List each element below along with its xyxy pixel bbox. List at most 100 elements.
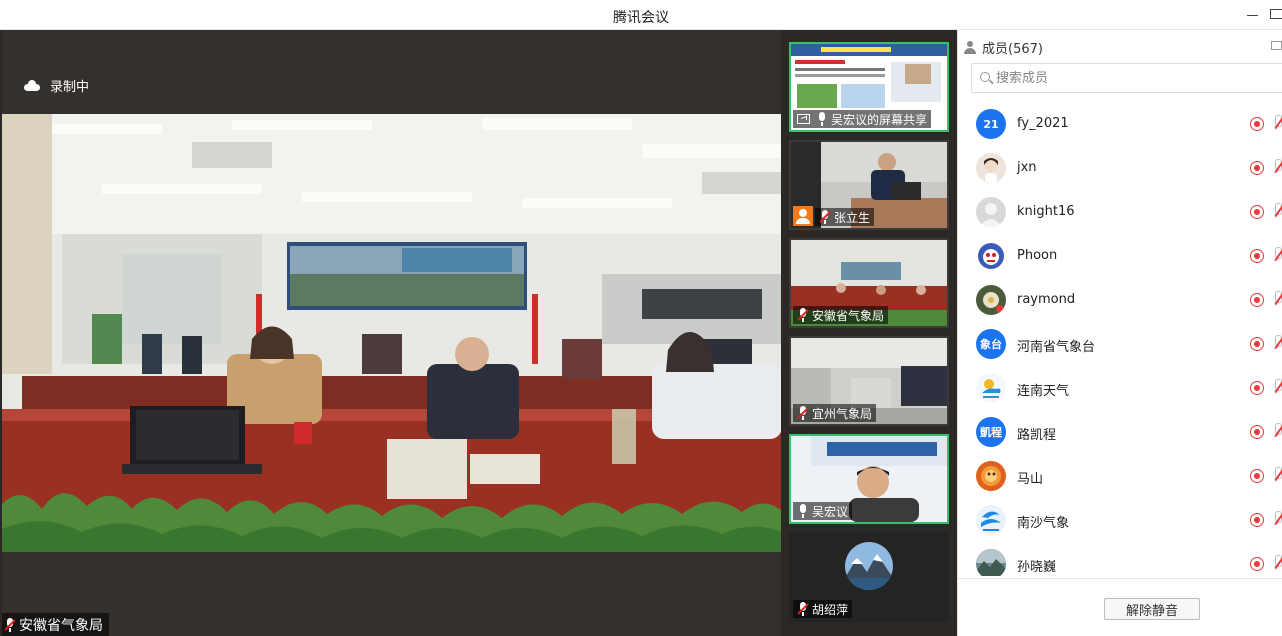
mic-off-icon[interactable]	[1274, 511, 1282, 527]
member-list[interactable]: 21 fy_2021 jxn knight16 Phoon raymond 象台…	[958, 102, 1282, 576]
recording-dot-icon	[1250, 161, 1264, 175]
video-stage: 录制中 安徽省气象局 吴宏议的屏幕共享 张立生 安徽省气象局 宜州气象局 吴宏议…	[0, 30, 957, 636]
mic-off-icon[interactable]	[1274, 423, 1282, 439]
member-name: 孙晓巍	[1017, 560, 1057, 575]
thumbnail-label: 吴宏议的屏幕共享	[793, 110, 932, 128]
main-speaker-name: 安徽省气象局	[19, 617, 103, 634]
window-title: 腾讯会议	[613, 10, 669, 26]
thumbnail-participant[interactable]: 张立生	[789, 140, 949, 230]
mic-off-icon[interactable]	[1274, 291, 1282, 307]
thumbnail-label: 吴宏议	[793, 502, 853, 520]
member-row[interactable]: 21 fy_2021	[958, 102, 1282, 146]
members-header: 成员(567)	[964, 38, 1043, 57]
avatar	[976, 461, 1006, 491]
member-row[interactable]: Phoon	[958, 234, 1282, 278]
recording-dot-icon	[1250, 249, 1264, 263]
recording-dot-icon	[1250, 205, 1264, 219]
recording-dot-icon	[1250, 513, 1264, 527]
members-count: 成员(567)	[982, 42, 1043, 57]
thumbnail-label: 安徽省气象局	[793, 306, 889, 324]
thumbnail-name: 张立生	[834, 210, 871, 225]
title-bar: 腾讯会议	[0, 0, 1282, 30]
member-name: 路凯程	[1017, 428, 1057, 443]
mic-muted-icon	[819, 210, 831, 224]
avatar	[976, 549, 1006, 576]
thumbnail-name: 吴宏议	[812, 504, 849, 519]
member-row[interactable]: 象台 河南省气象台	[958, 322, 1282, 366]
mic-off-icon[interactable]	[1274, 555, 1282, 571]
mic-icon	[816, 112, 828, 126]
member-row[interactable]: jxn	[958, 146, 1282, 190]
thumbnail-label: 张立生	[815, 208, 875, 226]
member-row[interactable]: 孙晓巍	[958, 542, 1282, 576]
search-icon	[980, 72, 990, 82]
recording-label: 录制中	[50, 80, 90, 95]
thumbnail-participant[interactable]: 胡绍萍	[789, 532, 949, 622]
mic-off-icon[interactable]	[1274, 159, 1282, 175]
minimize-icon[interactable]	[1246, 5, 1260, 23]
member-row[interactable]: 凱程 路凯程	[958, 410, 1282, 454]
thumbnail-name: 胡绍萍	[812, 602, 849, 617]
recording-dot-icon	[1250, 381, 1264, 395]
thumbnail-participant[interactable]: 安徽省气象局	[789, 238, 949, 328]
search-input[interactable]	[996, 68, 1256, 88]
member-row[interactable]: 马山	[958, 454, 1282, 498]
member-row[interactable]: 南沙气象	[958, 498, 1282, 542]
screen-share-icon	[797, 114, 810, 124]
avatar	[976, 505, 1006, 535]
unmute-all-button[interactable]: 解除静音	[1104, 598, 1200, 620]
member-name: 马山	[1017, 472, 1044, 487]
member-name: Phoon	[1017, 248, 1058, 263]
mic-muted-icon	[797, 406, 809, 420]
member-name: fy_2021	[1017, 116, 1069, 131]
member-row[interactable]: 连南天气	[958, 366, 1282, 410]
recording-dot-icon	[1250, 469, 1264, 483]
avatar	[976, 285, 1006, 315]
mic-off-icon[interactable]	[1274, 247, 1282, 263]
thumbnail-label: 宜州气象局	[793, 404, 877, 422]
recording-dot-icon	[1250, 425, 1264, 439]
thumbnail-participant[interactable]: 吴宏议	[789, 434, 949, 524]
recording-dot-icon	[1250, 337, 1264, 351]
main-speaker-label: 安徽省气象局	[2, 613, 109, 636]
member-row[interactable]: raymond	[958, 278, 1282, 322]
mic-off-icon[interactable]	[1274, 335, 1282, 351]
recording-indicator: 录制中	[24, 76, 89, 95]
thumbnail-name: 宜州气象局	[812, 406, 873, 421]
mic-off-icon[interactable]	[1274, 379, 1282, 395]
thumbnail-participant[interactable]: 宜州气象局	[789, 336, 949, 426]
main-video[interactable]: 录制中 安徽省气象局	[2, 30, 781, 636]
avatar	[976, 153, 1006, 183]
avatar: 21	[976, 109, 1006, 139]
popout-icon[interactable]	[1271, 41, 1282, 50]
panel-footer: 解除静音	[958, 578, 1282, 636]
host-icon	[793, 206, 813, 226]
thumbnail-name: 吴宏议的屏幕共享	[831, 112, 928, 127]
avatar	[976, 197, 1006, 227]
avatar: 象台	[976, 329, 1006, 359]
mic-off-icon[interactable]	[1274, 467, 1282, 483]
conference-room-video	[2, 114, 781, 552]
member-search[interactable]	[971, 63, 1282, 93]
thumbnail-label: 胡绍萍	[793, 600, 853, 618]
member-row[interactable]: knight16	[958, 190, 1282, 234]
maximize-icon[interactable]	[1270, 9, 1282, 19]
member-name: jxn	[1017, 160, 1037, 175]
member-name: 南沙气象	[1017, 516, 1070, 531]
mic-off-icon[interactable]	[1274, 203, 1282, 219]
mic-muted-icon	[797, 602, 809, 616]
mic-off-icon[interactable]	[1274, 115, 1282, 131]
recording-dot-icon	[1250, 293, 1264, 307]
thumbnail-screen-share[interactable]: 吴宏议的屏幕共享	[789, 42, 949, 132]
person-icon	[964, 41, 976, 54]
recording-dot-icon	[1250, 117, 1264, 131]
member-name: raymond	[1017, 292, 1076, 307]
avatar	[976, 373, 1006, 403]
member-name: 连南天气	[1017, 384, 1070, 399]
recording-dot-icon	[1250, 557, 1264, 571]
mic-icon	[797, 504, 809, 518]
mic-muted-icon	[4, 617, 16, 632]
avatar	[976, 241, 1006, 271]
member-name: knight16	[1017, 204, 1075, 219]
member-name: 河南省气象台	[1017, 340, 1096, 355]
